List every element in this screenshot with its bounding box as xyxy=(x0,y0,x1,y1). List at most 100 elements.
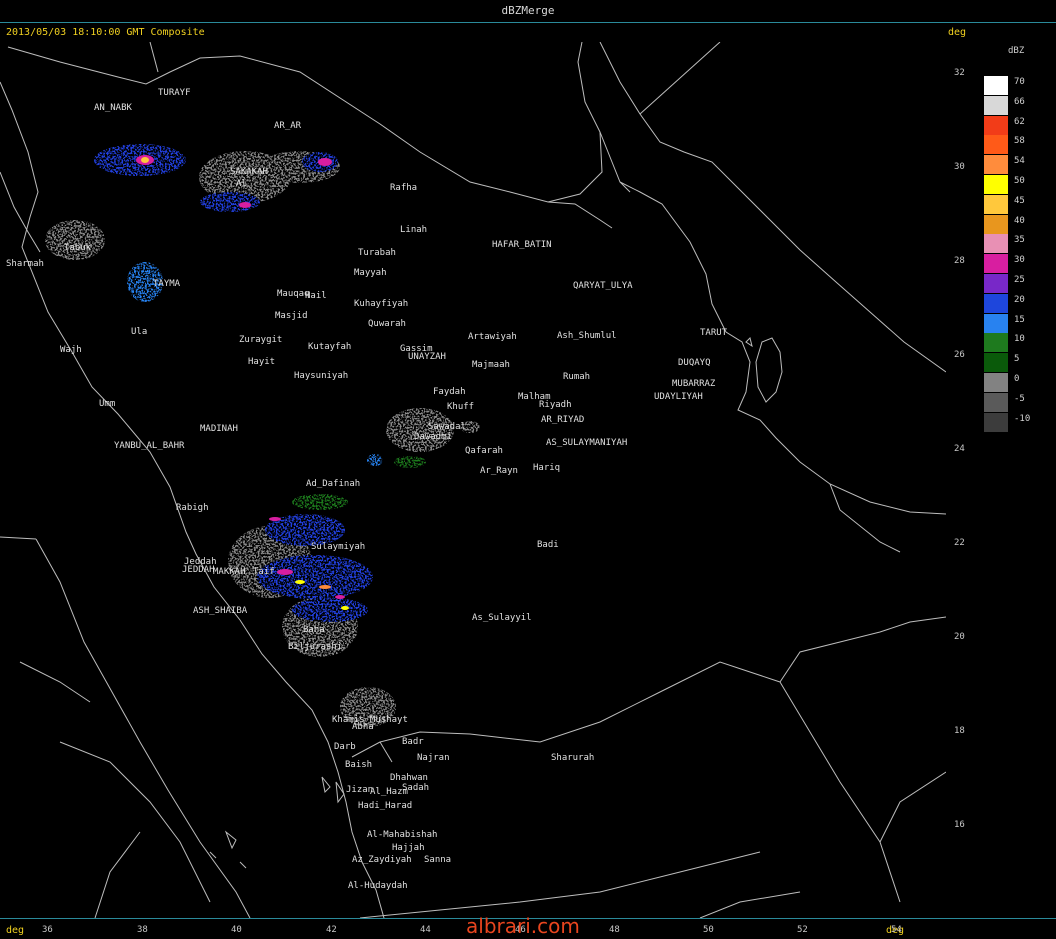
place-label: QARYAT_ULYA xyxy=(573,281,633,291)
place-label: Zuraygit xyxy=(239,335,282,345)
place-label: UNAYZAH xyxy=(408,352,446,362)
watermark: albrari.com xyxy=(466,914,580,938)
lat-tick-label: 24 xyxy=(954,444,965,454)
legend-value: 20 xyxy=(1014,294,1025,305)
timestamp-subtitle: 2013/05/03 18:10:00 GMT Composite xyxy=(6,27,205,38)
place-label: SAKAKAH xyxy=(230,167,268,177)
legend-swatch xyxy=(984,412,1008,432)
place-label: Hariq xyxy=(533,463,560,473)
place-label: Taif xyxy=(253,567,275,577)
lat-tick-label: 28 xyxy=(954,256,965,266)
lat-tick-label: 26 xyxy=(954,350,965,360)
place-label: TAYMA xyxy=(153,279,181,289)
place-label: AR_AR xyxy=(274,121,302,131)
place-label: Kutayfah xyxy=(308,342,351,352)
place-label: Hadi_Harad xyxy=(358,801,412,811)
legend-value: 10 xyxy=(1014,334,1025,345)
place-label: Turabah xyxy=(358,248,396,258)
place-label: Haysuniyah xyxy=(294,371,348,381)
place-label: Khuff xyxy=(447,402,474,412)
place-label: Qafarah xyxy=(465,446,503,456)
place-label: Hayit xyxy=(248,357,275,367)
legend-swatch xyxy=(984,254,1008,274)
place-label: Badr xyxy=(402,737,424,747)
place-label: TURAYF xyxy=(158,88,191,98)
lat-tick-label: 20 xyxy=(954,632,965,642)
place-label: AS_SULAYMANIYAH xyxy=(546,438,627,448)
lon-tick-label: 42 xyxy=(326,925,337,935)
place-label: DUQAYQ xyxy=(678,358,711,368)
lon-tick-label: 38 xyxy=(137,925,148,935)
place-label: Tabuk xyxy=(64,243,92,253)
place-label: Dawadmi xyxy=(414,432,452,442)
place-label: Riyadh xyxy=(539,400,572,410)
place-label: Kuhayfiyah xyxy=(354,299,408,309)
axis-unit-top: deg xyxy=(948,27,967,38)
place-label: Wajh xyxy=(60,345,82,355)
place-label: HAFAR_BATIN xyxy=(492,240,552,250)
legend-value: 54 xyxy=(1014,156,1025,167)
place-label: UDAYLIYAH xyxy=(654,392,703,402)
lon-tick-label: 36 xyxy=(42,925,53,935)
place-label: Badi xyxy=(537,540,559,550)
latitude-axis: 32 30 28 26 24 22 20 18 16 xyxy=(946,42,976,918)
place-label: Rafha xyxy=(390,183,417,193)
place-label: Sawadal xyxy=(428,422,466,432)
lat-tick-label: 16 xyxy=(954,820,965,830)
place-label: YANBU_AL_BAHR xyxy=(114,441,185,451)
place-label: MAKKAH xyxy=(213,567,246,577)
legend-value: -10 xyxy=(1014,413,1031,424)
lon-tick-label: 54 xyxy=(891,925,902,935)
legend-swatch xyxy=(984,95,1008,115)
place-label: Hail xyxy=(305,291,327,301)
place-label: TARUT xyxy=(700,328,728,338)
lon-tick-label: 44 xyxy=(420,925,431,935)
legend-value: 5 xyxy=(1014,354,1020,365)
legend-value: 50 xyxy=(1014,176,1025,186)
legend-swatch xyxy=(984,333,1008,353)
place-label: Az_Zaydiyah xyxy=(352,855,412,865)
legend-swatch xyxy=(984,392,1008,412)
place-label: Darb xyxy=(334,742,356,752)
axis-unit-left: deg xyxy=(6,925,25,936)
legend-swatch xyxy=(984,313,1008,333)
legend-swatch xyxy=(984,373,1008,392)
lon-tick-label: 50 xyxy=(703,925,714,935)
radar-map[interactable]: TURAYF AN_NABK AR_AR SAKAKAH Al Rafha Tabuk Sha… xyxy=(0,42,946,918)
place-label: ASH_SHAIBA xyxy=(193,606,248,616)
place-label: As_Sulayyil xyxy=(472,613,532,623)
lon-tick-label: 52 xyxy=(797,925,808,935)
legend-swatch xyxy=(984,194,1008,214)
legend-swatch xyxy=(984,115,1008,135)
lat-tick-label: 18 xyxy=(954,726,965,736)
legend-unit: dBZ xyxy=(1008,46,1025,56)
legend-value: 58 xyxy=(1014,136,1025,147)
place-label: Artawiyah xyxy=(468,332,517,342)
place-label: Al_Hazm xyxy=(370,787,408,797)
place-label: MADINAH xyxy=(200,424,238,434)
legend-swatch xyxy=(984,214,1008,234)
place-label: Majmaah xyxy=(472,360,510,370)
legend-value: 45 xyxy=(1014,195,1025,206)
place-label: Baish xyxy=(345,760,372,770)
legend-value: 35 xyxy=(1014,235,1025,246)
place-label: Mayyah xyxy=(354,268,387,278)
legend-swatch xyxy=(984,293,1008,313)
place-label: Linah xyxy=(400,225,427,235)
place-label: Najran xyxy=(417,753,450,763)
legend-value: 70 xyxy=(1014,77,1025,87)
legend-swatch xyxy=(984,135,1008,155)
legend-value: 40 xyxy=(1014,215,1025,226)
legend-value: 15 xyxy=(1014,314,1025,325)
place-label: Sharmah xyxy=(6,259,44,269)
place-label: Ula xyxy=(131,327,147,337)
place-label: Abha xyxy=(352,722,374,732)
legend-swatch xyxy=(984,155,1008,175)
place-label: Al-Mahabishah xyxy=(367,830,437,840)
lat-tick-label: 22 xyxy=(954,538,965,548)
place-label: Sanna xyxy=(424,855,451,865)
place-label: Masjid xyxy=(275,311,308,321)
place-label: JEDDAH xyxy=(182,565,215,575)
place-label: Dhahwan xyxy=(390,773,428,783)
legend-value: 62 xyxy=(1014,116,1025,127)
